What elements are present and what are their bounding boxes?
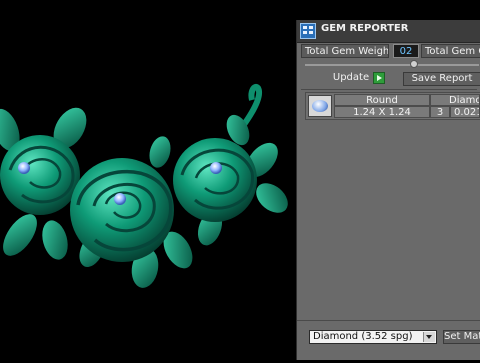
slider-knob[interactable]: [410, 60, 418, 68]
round-gem-icon: [308, 95, 332, 117]
material-select-value: Diamond (3.52 spg): [313, 331, 413, 342]
rose-center: [70, 158, 174, 262]
divider: [301, 89, 477, 90]
total-gem-weight-value: 02: [393, 44, 419, 58]
panel-title: GEM REPORTER: [321, 23, 409, 34]
rose-right: [173, 138, 257, 222]
total-gem-weight-label: Total Gem Weight: [301, 44, 389, 58]
gem-reporter-app-icon: [300, 23, 316, 39]
panel-titlebar: GEM REPORTER: [297, 20, 480, 43]
rose-left: [0, 135, 80, 215]
set-material-button[interactable]: Set Mat: [443, 330, 480, 344]
slider-track[interactable]: [305, 64, 479, 66]
gem-count-cell: 3: [430, 106, 450, 118]
dropdown-arrow-icon[interactable]: [423, 332, 435, 342]
col-header-round: Round: [334, 94, 430, 106]
gem-list[interactable]: Round Diamo 1.24 X 1.24 3 0.021: [305, 92, 480, 120]
total-gem-count-label: Total Gem Co: [421, 44, 480, 58]
gem-reporter-panel: GEM REPORTER Total Gem Weight 02 Total G…: [296, 20, 480, 360]
bottom-divider: [297, 320, 480, 321]
rose-jewelry-model: [0, 84, 288, 288]
update-button[interactable]: Update: [331, 72, 371, 86]
play-icon[interactable]: [373, 72, 385, 84]
3d-viewport[interactable]: [0, 0, 296, 360]
totals-row: Total Gem Weight 02 Total Gem Co: [301, 44, 480, 58]
material-select[interactable]: Diamond (3.52 spg): [309, 330, 437, 344]
col-header-diamond: Diamo: [430, 94, 480, 106]
gem-left: [18, 162, 30, 174]
gem-size-cell: 1.24 X 1.24: [334, 106, 430, 118]
gem-right: [210, 162, 222, 174]
gem-weight-cell: 0.021: [450, 106, 480, 118]
gem-center: [114, 193, 126, 205]
save-report-button[interactable]: Save Report: [403, 72, 480, 86]
